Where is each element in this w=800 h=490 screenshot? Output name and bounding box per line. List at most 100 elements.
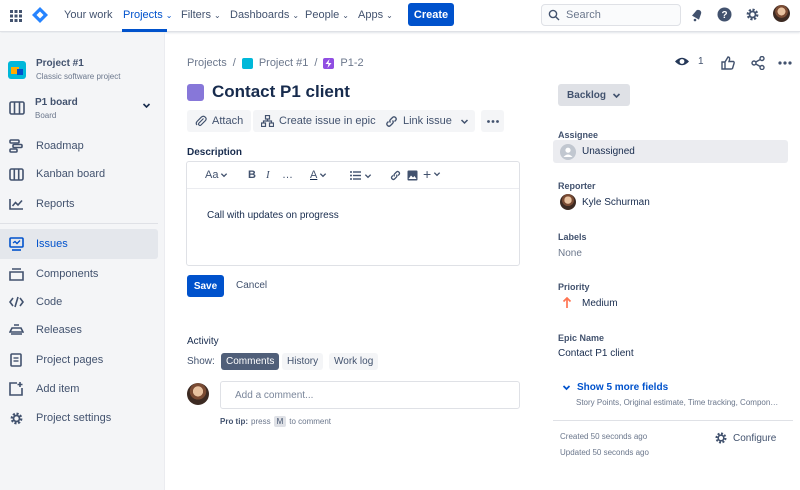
labels-value[interactable]: None <box>558 248 582 259</box>
attach-button[interactable]: Attach <box>187 110 252 132</box>
link-issue-dropdown-button[interactable] <box>453 110 475 132</box>
thumbs-up-icon[interactable] <box>721 56 735 70</box>
board-switcher[interactable]: P1 board Board <box>0 95 158 123</box>
epic-name-value[interactable]: Contact P1 client <box>558 348 634 359</box>
chevron-down-icon <box>142 101 151 110</box>
link-icon <box>385 115 398 128</box>
description-text[interactable]: Call with updates on progress <box>207 210 339 221</box>
jira-logo-icon[interactable] <box>32 7 48 23</box>
releases-icon <box>8 322 24 338</box>
description-editor[interactable]: Aa B I … A + Call with updates on progre… <box>186 161 520 266</box>
labels-label: Labels <box>558 232 587 242</box>
text-color-icon[interactable]: A <box>310 169 327 181</box>
notifications-icon[interactable] <box>690 8 704 22</box>
sidebar-item-components[interactable]: Components <box>0 259 158 289</box>
sidebar-item-label: Add item <box>36 383 80 395</box>
nav-filters[interactable]: Filters ⌄ <box>181 9 221 21</box>
create-button[interactable]: Create <box>408 3 454 26</box>
breadcrumb-projects[interactable]: Projects <box>187 57 227 69</box>
priority-field[interactable]: Medium <box>562 297 618 309</box>
watch-button[interactable]: 1 <box>674 56 704 67</box>
italic-icon[interactable]: I <box>266 169 270 181</box>
app-switcher-icon[interactable] <box>10 10 22 22</box>
project-avatar-icon <box>8 61 26 79</box>
watchers-count: 1 <box>698 56 704 67</box>
project-sidebar: Project #1 Classic software project P1 b… <box>0 33 165 490</box>
reporter-field[interactable]: Kyle Schurman <box>560 194 650 210</box>
more-issue-actions-button[interactable] <box>481 110 504 132</box>
reporter-value: Kyle Schurman <box>582 196 650 208</box>
sidebar-item-issues[interactable]: Issues <box>0 229 158 259</box>
list-icon[interactable] <box>350 171 372 180</box>
more-actions-icon[interactable] <box>778 61 792 65</box>
breadcrumb-issue-key[interactable]: P1-2 <box>340 57 363 69</box>
description-label: Description <box>187 147 243 158</box>
breadcrumb-separator: / <box>314 57 318 69</box>
nav-projects[interactable]: Projects ⌄ <box>123 9 172 21</box>
gear-icon <box>8 410 24 426</box>
help-icon[interactable]: ? <box>717 7 732 22</box>
commenter-avatar <box>187 383 209 405</box>
nav-apps[interactable]: Apps ⌄ <box>358 9 393 21</box>
bold-icon[interactable]: B <box>248 169 256 181</box>
chevron-down-icon <box>562 383 571 392</box>
cancel-button[interactable]: Cancel <box>236 280 267 291</box>
priority-label: Priority <box>558 282 590 292</box>
nav-your-work[interactable]: Your work <box>64 9 113 21</box>
project-name[interactable]: Project #1 <box>36 58 84 69</box>
board-sub: Board <box>35 111 57 120</box>
sidebar-item-roadmap[interactable]: Roadmap <box>0 131 158 161</box>
svg-text:?: ? <box>721 10 727 21</box>
save-button[interactable]: Save <box>187 275 224 297</box>
user-avatar[interactable] <box>773 5 790 22</box>
sidebar-item-label: Releases <box>36 324 82 336</box>
comment-input[interactable]: Add a comment... <box>220 381 520 409</box>
share-icon[interactable] <box>751 56 765 70</box>
add-item-icon <box>8 381 24 397</box>
tab-history[interactable]: History <box>282 353 324 370</box>
sidebar-item-releases[interactable]: Releases <box>0 315 158 345</box>
search-icon <box>548 9 560 21</box>
chevron-down-icon <box>460 117 469 126</box>
show-more-fields-button[interactable]: Show 5 more fields <box>562 382 668 393</box>
nav-people-label: People <box>305 9 340 21</box>
insert-link-icon[interactable] <box>390 170 401 181</box>
issues-icon <box>8 236 24 252</box>
sidebar-item-project-pages[interactable]: Project pages <box>0 345 158 375</box>
breadcrumb-project[interactable]: Project #1 <box>259 57 309 69</box>
nav-people[interactable]: People ⌄ <box>305 9 349 21</box>
sidebar-item-label: Project settings <box>36 412 112 424</box>
link-issue-label: Link issue <box>403 115 452 127</box>
settings-gear-icon[interactable] <box>745 7 760 22</box>
chevron-down-icon: ⌄ <box>165 10 173 20</box>
tab-comments[interactable]: Comments <box>221 353 280 370</box>
configure-button[interactable]: Configure <box>714 431 776 445</box>
text-style-dropdown[interactable]: Aa <box>205 169 228 181</box>
issue-title[interactable]: Contact P1 client <box>212 82 350 102</box>
sidebar-item-add-item[interactable]: Add item <box>0 374 158 404</box>
chevron-down-icon: ⌄ <box>386 10 393 20</box>
chevron-down-icon: ⌄ <box>213 10 221 20</box>
sidebar-item-code[interactable]: Code <box>0 287 158 317</box>
kanban-icon <box>8 166 24 182</box>
link-issue-button[interactable]: Link issue <box>377 110 460 132</box>
insert-plus-icon[interactable]: + <box>423 167 441 181</box>
sidebar-item-kanban-board[interactable]: Kanban board <box>0 159 158 189</box>
sidebar-item-project-settings[interactable]: Project settings <box>0 403 158 433</box>
tab-work-log[interactable]: Work log <box>329 353 379 370</box>
nav-dashboards[interactable]: Dashboards ⌄ <box>230 9 299 21</box>
show-label: Show: <box>187 356 215 367</box>
search-input[interactable]: Search <box>541 4 681 26</box>
eye-icon <box>674 56 690 67</box>
protip-key: M <box>273 416 287 427</box>
assignee-field[interactable]: Unassigned <box>553 140 788 163</box>
pro-tip: Pro tip: press M to comment <box>220 416 331 427</box>
create-issue-in-epic-button[interactable]: Create issue in epic <box>253 110 384 132</box>
create-issue-in-epic-label: Create issue in epic <box>279 115 376 127</box>
insert-image-icon[interactable] <box>407 170 418 181</box>
sidebar-item-label: Code <box>36 296 63 308</box>
chevron-down-icon <box>612 91 621 100</box>
status-dropdown[interactable]: Backlog <box>558 84 630 106</box>
sidebar-item-reports[interactable]: Reports <box>0 189 158 219</box>
more-formatting-icon[interactable]: … <box>282 169 293 181</box>
